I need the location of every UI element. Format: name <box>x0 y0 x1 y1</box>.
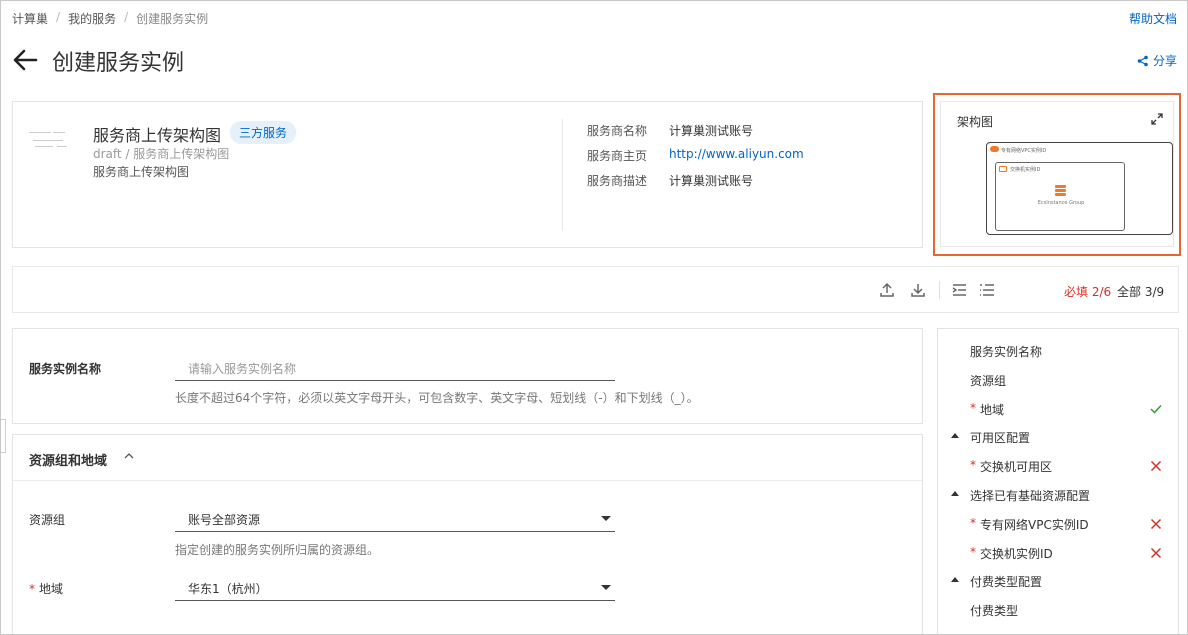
error-x-icon <box>1150 518 1162 530</box>
breadcrumb-item-compute-nest[interactable]: 计算巢 <box>12 10 48 27</box>
divider <box>562 119 563 231</box>
service-logo <box>29 128 75 156</box>
page-title: 创建服务实例 <box>52 51 185 76</box>
architecture-panel[interactable]: 架构图 专有网络VPC实例ID 交换机实例ID EcsInstance Grou… <box>933 93 1181 256</box>
service-version-path: draft / 服务商上传架构图 <box>93 147 230 161</box>
nav-item-vpc-id[interactable]: * 专有网络VPC实例ID <box>938 514 1178 534</box>
share-button[interactable]: 分享 <box>1137 52 1177 69</box>
error-x-icon <box>1150 547 1162 559</box>
service-info-card: 服务商上传架构图 三方服务 draft / 服务商上传架构图 服务商上传架构图 … <box>12 101 923 248</box>
form-outline-nav: 服务实例名称 资源组 * 地域 可用区配置 * 交换机可用区 选择已有基础资源配… <box>937 328 1179 634</box>
provider-description-value: 计算巢测试账号 <box>669 174 754 188</box>
nav-group-zone-config[interactable]: 可用区配置 <box>938 427 1178 447</box>
expand-icon[interactable] <box>1151 113 1163 125</box>
section-header[interactable]: 资源组和地域 <box>13 435 922 481</box>
provider-name-key: 服务商名称 <box>587 124 648 138</box>
architecture-diagram: 专有网络VPC实例ID 交换机实例ID EcsInstance Group <box>986 142 1173 235</box>
cloud-icon <box>990 146 999 152</box>
nav-item-region[interactable]: * 地域 <box>938 399 1178 419</box>
service-type-badge: 三方服务 <box>230 121 297 144</box>
caret-down-icon <box>601 585 611 590</box>
form-toolbar: 必填 2/6 全部 3/9 <box>12 266 1179 313</box>
required-count[interactable]: 必填 2/6 <box>1064 283 1111 300</box>
nav-item-vswitch-zone[interactable]: * 交换机可用区 <box>938 456 1178 476</box>
collapse-all-icon[interactable] <box>951 281 969 299</box>
caret-down-icon <box>601 516 611 521</box>
service-description: 服务商上传架构图 <box>93 165 190 179</box>
resource-group-hint: 指定创建的服务实例所归属的资源组。 <box>175 543 380 557</box>
architecture-title: 架构图 <box>957 115 994 129</box>
collapse-triangle-icon[interactable] <box>951 433 959 438</box>
vswitch-box: 交换机实例ID EcsInstance Group <box>995 162 1125 231</box>
provider-description-key: 服务商描述 <box>587 174 648 188</box>
breadcrumb: 计算巢 / 我的服务 / 创建服务实例 <box>12 10 208 27</box>
resource-group-value: 账号全部资源 <box>188 513 261 527</box>
ecs-group-label: EcsInstance Group <box>1037 200 1085 206</box>
collapse-triangle-icon[interactable] <box>951 577 959 582</box>
section-title: 资源组和地域 <box>29 454 108 469</box>
instance-name-input[interactable]: 请输入服务实例名称 <box>175 353 615 381</box>
region-value: 华东1（杭州） <box>188 582 268 596</box>
nav-group-existing-resources[interactable]: 选择已有基础资源配置 <box>938 485 1178 505</box>
back-arrow-icon[interactable] <box>12 47 38 73</box>
check-icon <box>1150 404 1162 414</box>
help-docs-link[interactable]: 帮助文档 <box>1129 10 1177 27</box>
provider-name-value: 计算巢测试账号 <box>669 124 754 138</box>
nav-item-resource-group[interactable]: 资源组 <box>938 370 1178 390</box>
vswitch-icon <box>999 166 1007 172</box>
expand-all-icon[interactable] <box>978 281 996 299</box>
app-window: 计算巢 / 我的服务 / 创建服务实例 帮助文档 创建服务实例 分享 服务商上传… <box>0 0 1188 635</box>
required-mark: * <box>970 516 976 530</box>
resource-region-panel: 资源组和地域 资源组 账号全部资源 指定创建的服务实例所归属的资源组。 * 地域 … <box>12 434 923 634</box>
required-mark: * <box>29 582 35 596</box>
nav-item-instance-name[interactable]: 服务实例名称 <box>938 341 1178 361</box>
breadcrumb-item-my-services[interactable]: 我的服务 <box>68 10 116 27</box>
breadcrumb-separator: / <box>124 10 129 24</box>
provider-description-row: 服务商描述 计算巢测试账号 <box>587 172 753 189</box>
server-icon <box>1055 185 1066 197</box>
nav-item-billing-type[interactable]: 付费类型 <box>938 600 1178 620</box>
nav-item-vswitch-id[interactable]: * 交换机实例ID <box>938 543 1178 563</box>
download-icon[interactable] <box>909 281 927 299</box>
toolbar-divider <box>939 281 940 299</box>
nav-group-billing-config[interactable]: 付费类型配置 <box>938 571 1178 591</box>
resource-group-label: 资源组 <box>29 513 66 527</box>
chevron-up-icon[interactable] <box>124 451 134 461</box>
vpc-label: 专有网络VPC实例ID <box>1001 148 1047 154</box>
breadcrumb-separator: / <box>56 10 61 24</box>
provider-name-row: 服务商名称 计算巢测试账号 <box>587 122 753 139</box>
vswitch-label: 交换机实例ID <box>1010 167 1041 173</box>
provider-homepage-key: 服务商主页 <box>587 149 648 163</box>
share-label: 分享 <box>1152 54 1177 68</box>
error-x-icon <box>1150 460 1162 472</box>
all-count[interactable]: 全部 3/9 <box>1117 283 1164 300</box>
region-label: * 地域 <box>29 582 64 596</box>
provider-homepage-row: 服务商主页 http://www.aliyun.com <box>587 147 804 164</box>
architecture-card: 架构图 专有网络VPC实例ID 交换机实例ID EcsInstance Grou… <box>940 101 1174 247</box>
required-mark: * <box>970 458 976 472</box>
upload-icon[interactable] <box>878 281 896 299</box>
required-mark: * <box>970 401 976 415</box>
instance-name-hint: 长度不超过64个字符，必须以英文字母开头，可包含数字、英文字母、短划线（-）和下… <box>175 391 699 405</box>
share-icon <box>1137 55 1148 66</box>
resource-group-select[interactable]: 账号全部资源 <box>175 504 615 532</box>
instance-name-label: 服务实例名称 <box>29 362 102 376</box>
provider-homepage-link[interactable]: http://www.aliyun.com <box>669 147 804 164</box>
breadcrumb-item-current: 创建服务实例 <box>136 12 209 26</box>
side-drawer-handle[interactable] <box>1 419 6 453</box>
collapse-triangle-icon[interactable] <box>951 491 959 496</box>
region-select[interactable]: 华东1（杭州） <box>175 573 615 601</box>
required-mark: * <box>970 545 976 559</box>
service-name: 服务商上传架构图 <box>93 126 222 145</box>
instance-name-panel: 服务实例名称 请输入服务实例名称 长度不超过64个字符，必须以英文字母开头，可包… <box>12 328 923 424</box>
